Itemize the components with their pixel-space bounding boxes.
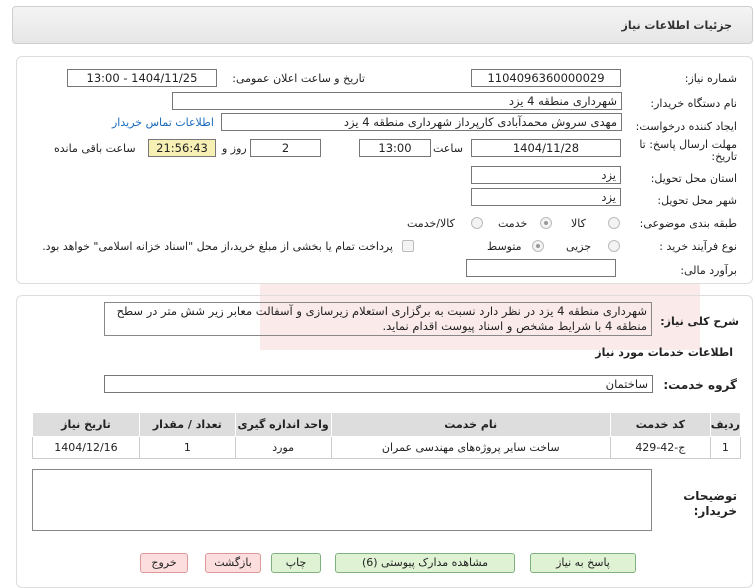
cell-need-date: 1404/12/16	[32, 436, 140, 459]
category-option-service: خدمت	[498, 217, 528, 230]
category-radio-goods[interactable]	[608, 217, 620, 229]
deadline-time-field: 13:00	[359, 139, 431, 157]
back-button[interactable]: بازگشت	[205, 553, 261, 573]
col-unit: واحد اندازه گیری	[234, 412, 332, 437]
summary-textarea[interactable]: شهرداری منطقه 4 یزد در نظر دارد نسبت به …	[104, 302, 652, 336]
requester-field: مهدی سروش محمدآبادی کارپرداز شهرداری منط…	[221, 113, 622, 131]
buyer-notes-textarea[interactable]	[32, 469, 652, 531]
table-row: 1 ج-42-429 ساخت سایر پروژه‌های مهندسی عم…	[32, 436, 742, 459]
need-number-label: شماره نیاز:	[684, 72, 737, 85]
need-number-field: 1104096360000029	[471, 69, 621, 87]
cell-service-code: ج-42-429	[609, 436, 711, 459]
category-radio-both[interactable]	[471, 217, 483, 229]
remaining-label: ساعت باقی مانده	[54, 142, 136, 155]
page-title: جزئیات اطلاعات نیاز	[621, 19, 733, 32]
announce-date-field: 1404/11/25 - 13:00	[67, 69, 217, 87]
buyer-notes-label: توضیحات	[683, 489, 737, 503]
category-radio-service[interactable]	[540, 217, 552, 229]
col-service-name: نام خدمت	[330, 412, 611, 437]
col-need-date: تاریخ نیاز	[32, 412, 140, 437]
deadline-date-field: 1404/11/28	[471, 139, 621, 157]
service-group-field: ساختمان	[104, 375, 653, 393]
services-table: ردیف کد خدمت نام خدمت واحد اندازه گیری ت…	[32, 412, 742, 459]
reply-button[interactable]: پاسخ به نیاز	[530, 553, 636, 573]
city-label: شهر محل تحویل:	[657, 194, 737, 207]
announce-label: تاریخ و ساعت اعلان عمومی:	[232, 72, 365, 85]
process-radio-medium[interactable]	[532, 240, 544, 252]
requester-label: ایجاد کننده درخواست:	[635, 120, 737, 133]
remaining-time-field: 21:56:43	[148, 139, 216, 157]
buyer-org-field: شهرداری منطقه 4 یزد	[172, 92, 622, 110]
province-label: استان محل تحویل:	[650, 172, 737, 185]
process-label: نوع فرآیند خرید :	[659, 240, 737, 253]
buyer-contact-link[interactable]: اطلاعات تماس خریدار	[112, 116, 214, 129]
city-field: یزد	[471, 188, 621, 206]
col-quantity: تعداد / مقدار	[138, 412, 236, 437]
print-button[interactable]: چاپ	[271, 553, 321, 573]
col-row: ردیف	[709, 412, 742, 437]
col-service-code: کد خدمت	[609, 412, 711, 437]
process-option-medium: متوسط	[487, 240, 522, 253]
treasury-payment-checkbox[interactable]	[402, 240, 414, 252]
time-label: ساعت	[433, 142, 463, 155]
days-label: روز و	[222, 142, 247, 155]
category-option-goods: کالا	[571, 217, 586, 230]
days-field: 2	[250, 139, 321, 157]
title-bar: جزئیات اطلاعات نیاز	[12, 6, 753, 44]
exit-button[interactable]: خروج	[140, 553, 188, 573]
budget-label: برآورد مالی:	[680, 264, 737, 277]
cell-row: 1	[709, 436, 742, 459]
table-header-row: ردیف کد خدمت نام خدمت واحد اندازه گیری ت…	[32, 412, 742, 437]
process-option-minor: جزیی	[566, 240, 592, 253]
cell-quantity: 1	[138, 436, 236, 459]
category-option-both: کالا/خدمت	[407, 217, 455, 230]
buyer-org-label: نام دستگاه خریدار:	[650, 97, 737, 110]
view-attachments-button[interactable]: مشاهده مدارک پیوستی (6)	[335, 553, 515, 573]
process-radio-minor[interactable]	[608, 240, 620, 252]
summary-label: شرح کلی نیاز:	[660, 315, 739, 328]
deadline-date-label: تاریخ:	[711, 150, 737, 163]
service-group-label: گروه خدمت:	[663, 378, 737, 392]
cell-unit: مورد	[234, 436, 332, 459]
services-heading: اطلاعات خدمات مورد نیاز	[595, 346, 733, 359]
budget-field	[466, 259, 616, 277]
province-field: یزد	[471, 166, 621, 184]
treasury-payment-note: پرداخت تمام یا بخشی از مبلغ خرید،از محل …	[42, 240, 393, 253]
buyer-notes-label-2: خریدار:	[693, 504, 737, 518]
category-label: طبقه بندی موضوعی:	[639, 217, 737, 230]
cell-service-name: ساخت سایر پروژه‌های مهندسی عمران	[330, 436, 611, 459]
